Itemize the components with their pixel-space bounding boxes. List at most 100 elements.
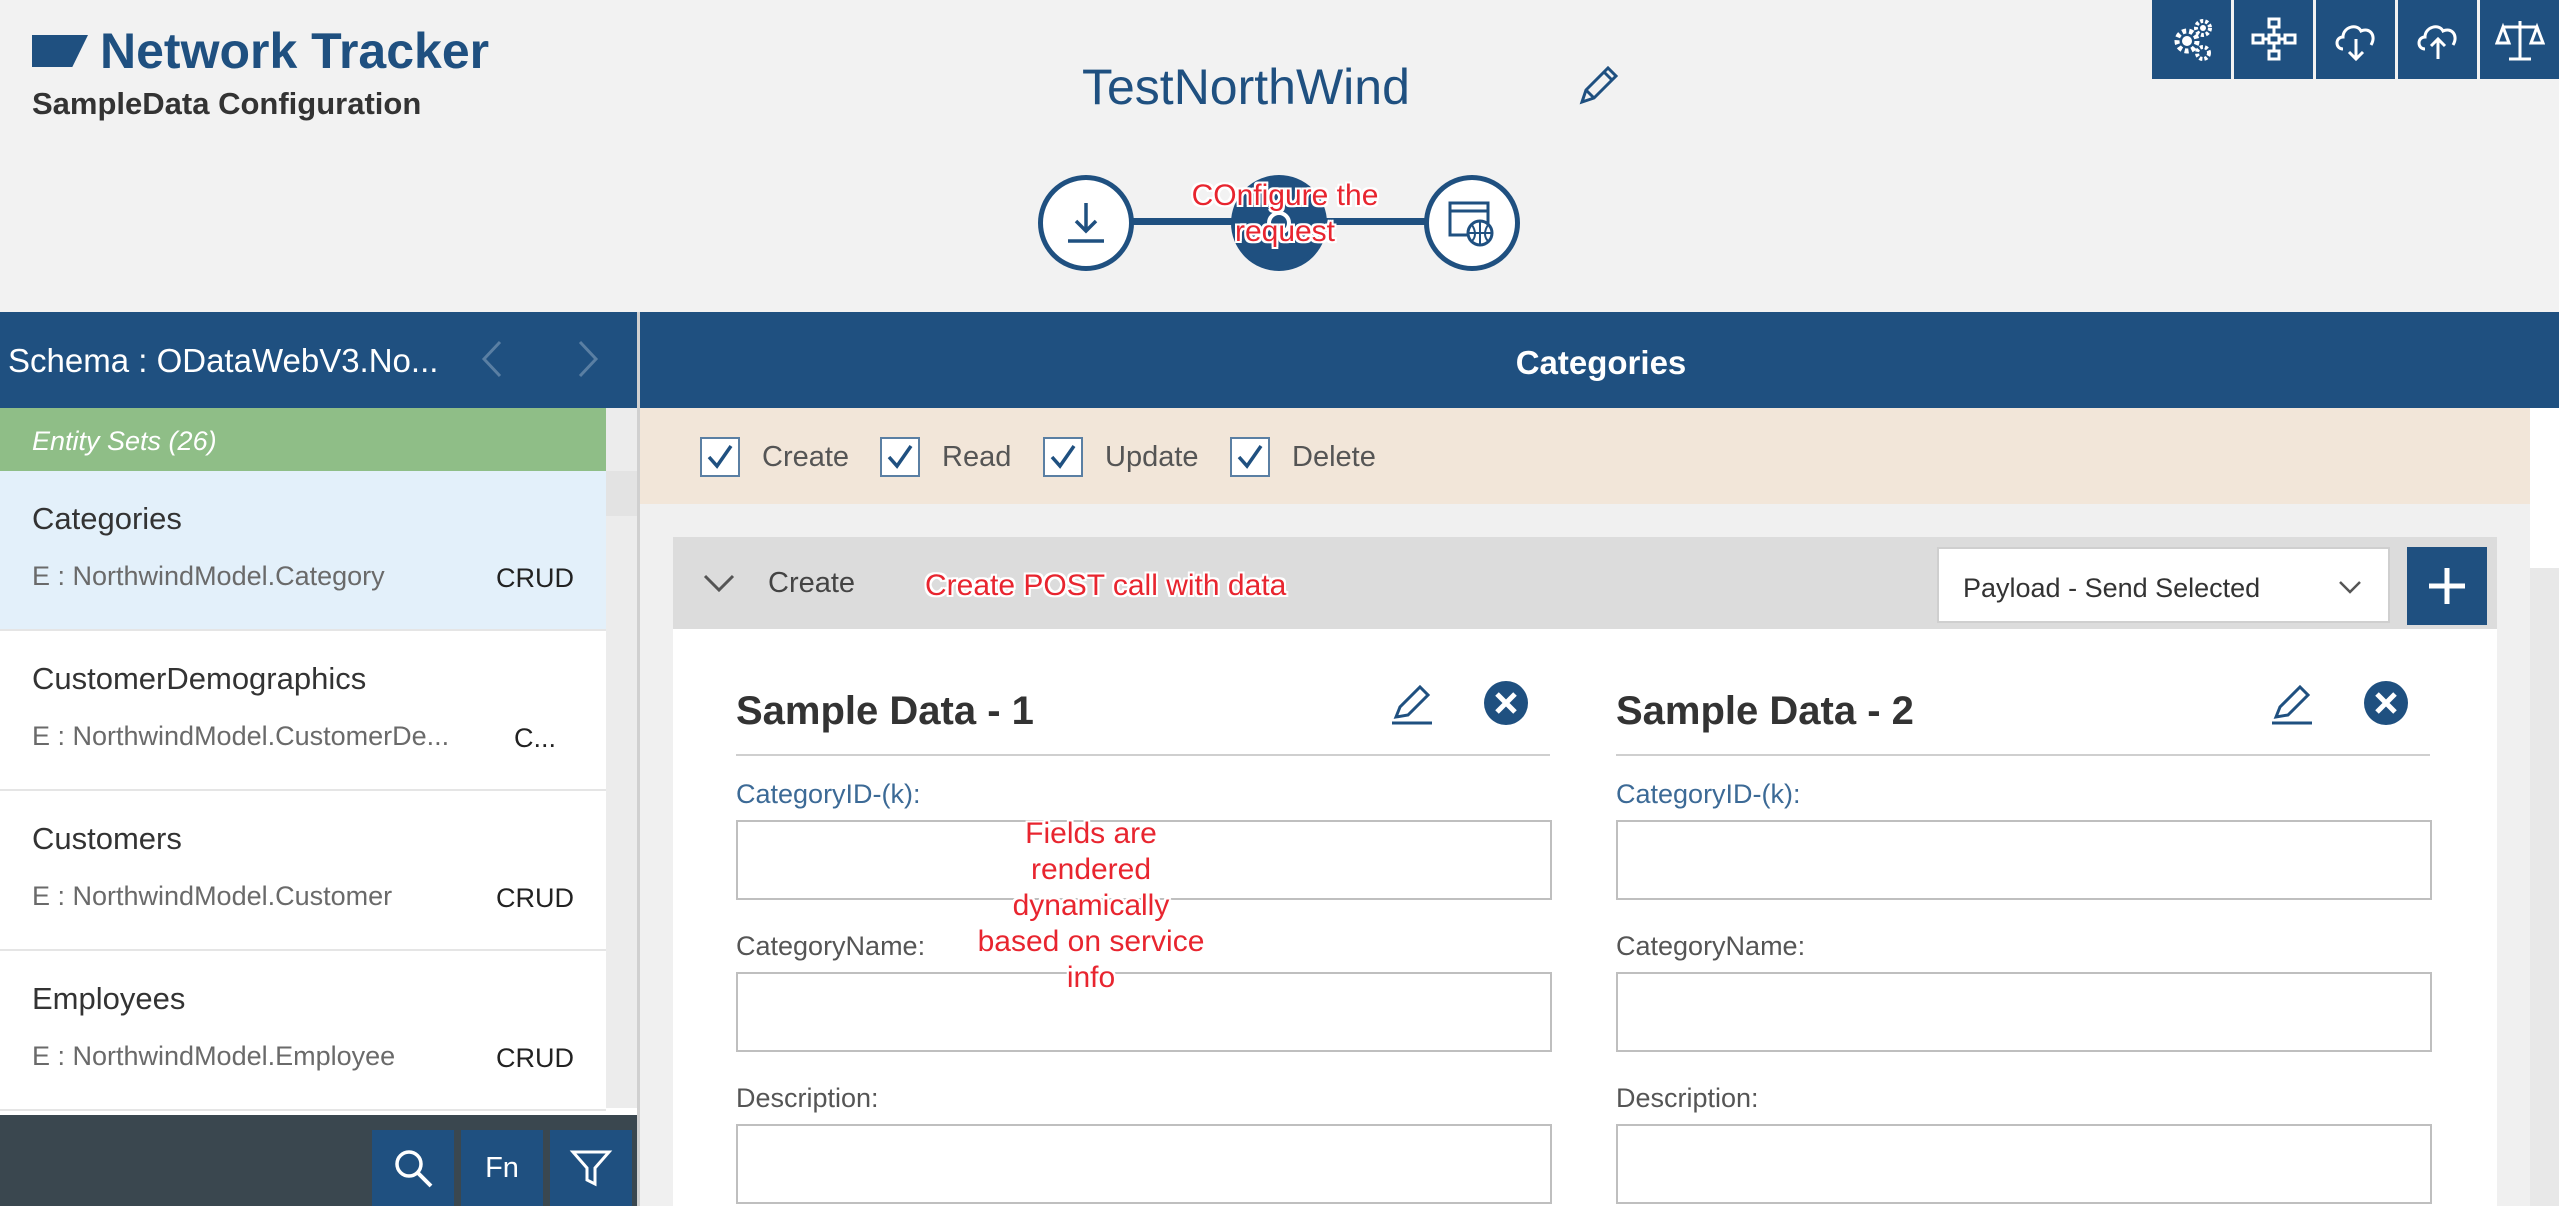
cloud-download-icon [2335, 24, 2375, 61]
checkmark-icon [887, 444, 913, 469]
payload-select-value: Payload - Send Selected [1963, 573, 2261, 603]
download-icon [1068, 203, 1104, 243]
crud-label: Create [762, 440, 850, 473]
flag-logo-icon [32, 35, 88, 67]
field-label: CategoryName: [1616, 931, 1806, 961]
checkbox[interactable] [880, 437, 920, 477]
category-id-input[interactable] [1616, 820, 2432, 900]
balance-scale-icon [2494, 20, 2545, 60]
field-label: CategoryID-(k): [736, 779, 921, 809]
entity-list: Categories E : NorthwindModel.Category C… [0, 471, 606, 1111]
divider [736, 754, 1550, 756]
network-icon [2251, 17, 2296, 60]
description-input[interactable] [1616, 1124, 2432, 1204]
step-web-service[interactable] [1424, 175, 1520, 271]
chevron-right-icon[interactable] [562, 334, 612, 384]
entity-crud: C... [513, 723, 556, 753]
entity-name: Customers [32, 821, 182, 856]
settings-button[interactable] [2152, 0, 2231, 79]
entity-sets-header[interactable]: Entity Sets (26) [0, 408, 606, 471]
network-button[interactable] [2234, 0, 2313, 79]
field-label: CategoryName: [736, 931, 926, 961]
field-label: CategoryID-(k): [1616, 779, 1801, 809]
app-header: Network Tracker SampleData Configuration… [0, 0, 2559, 312]
checkbox[interactable] [700, 437, 740, 477]
sample-card: Sample Data - 2 CategoryID-(k): Category… [1616, 629, 2496, 1206]
entity-name: Categories [32, 501, 182, 536]
pencil-icon[interactable] [1574, 62, 1622, 110]
cloud-download-button[interactable] [2316, 0, 2395, 79]
checkmark-icon [1050, 444, 1076, 469]
list-item[interactable]: Categories E : NorthwindModel.Category C… [0, 471, 606, 631]
checkmark-icon [707, 444, 733, 469]
create-section-label: Create [768, 567, 856, 599]
crud-options-bar: Create Read Update Delete [640, 408, 2530, 504]
payload-select[interactable]: Payload - Send Selected [1937, 547, 2390, 623]
entity-crud: CRUD [496, 563, 574, 593]
cloud-upload-button[interactable] [2398, 0, 2477, 79]
category-name-input[interactable] [1616, 972, 2432, 1052]
entity-name: Employees [32, 981, 186, 1016]
main-header: Categories [640, 312, 2559, 408]
entity-name: CustomerDemographics [32, 661, 367, 696]
create-section: Create Payload - Send Selected Sample Da… [673, 537, 2497, 1206]
chevron-down-icon[interactable] [697, 561, 741, 605]
entity-type: E : NorthwindModel.Employee [32, 1041, 396, 1071]
web-service-icon [1448, 201, 1494, 247]
sample-title: Sample Data - 2 [1616, 689, 1914, 733]
description-input[interactable] [736, 1124, 1552, 1204]
crud-label: Delete [1292, 440, 1376, 473]
filter-button[interactable] [550, 1130, 632, 1206]
app-subtitle: SampleData Configuration [32, 86, 422, 121]
close-icon[interactable] [1482, 679, 1530, 727]
crud-option-create[interactable]: Create [700, 437, 849, 477]
crud-option-delete[interactable]: Delete [1230, 437, 1376, 477]
step-download[interactable] [1038, 175, 1134, 271]
annotation-dynamic-fields: Fields are rendered dynamically based on… [977, 817, 1205, 994]
sidebar-footer: Fn [0, 1115, 637, 1206]
chevron-left-icon[interactable] [468, 334, 518, 384]
pencil-icon[interactable] [1388, 679, 1436, 727]
sidebar-scroll-thumb[interactable] [606, 471, 637, 516]
crud-label: Read [942, 440, 1012, 473]
page-title: Categories [1515, 344, 1687, 381]
list-item[interactable]: Employees E : NorthwindModel.Employee CR… [0, 951, 606, 1111]
pencil-icon[interactable] [2268, 679, 2316, 727]
entity-crud: CRUD [496, 1043, 574, 1073]
crud-option-read[interactable]: Read [880, 437, 1011, 477]
entity-crud: CRUD [496, 883, 574, 913]
toolbar [2152, 0, 2559, 79]
chevron-down-icon [2339, 581, 2361, 594]
app-title: Network Tracker [100, 23, 490, 79]
entity-type: E : NorthwindModel.Customer [32, 881, 393, 911]
crud-label: Update [1105, 440, 1199, 473]
crud-option-update[interactable]: Update [1043, 437, 1199, 477]
annotation-create-post: Create POST call with data [925, 569, 1287, 602]
annotation-configure: COnfigure the request [1191, 179, 1379, 248]
schema-bar: Schema : ODataWebV3.No... [0, 312, 637, 408]
function-button[interactable]: Fn [461, 1130, 543, 1206]
main-scroll-thumb[interactable] [2530, 408, 2559, 568]
filter-icon [569, 1150, 613, 1187]
list-item[interactable]: Customers E : NorthwindModel.Customer CR… [0, 791, 606, 951]
add-sample-button[interactable] [2407, 547, 2487, 625]
search-icon [395, 1150, 433, 1188]
plus-icon [2429, 568, 2465, 604]
schema-title: Schema : ODataWebV3.No... [8, 342, 439, 379]
checkbox[interactable] [1043, 437, 1083, 477]
checkbox[interactable] [1230, 437, 1270, 477]
field-label: Description: [1616, 1083, 1759, 1113]
cloud-upload-icon [2417, 24, 2457, 59]
list-item[interactable]: CustomerDemographics E : NorthwindModel.… [0, 631, 606, 791]
sample-title: Sample Data - 1 [736, 689, 1034, 733]
left-panel: Schema : ODataWebV3.No... Entity Sets (2… [0, 312, 637, 1206]
entity-type: E : NorthwindModel.CustomerDe... [32, 721, 450, 751]
project-name: TestNorthWind [1082, 59, 1410, 115]
divider [1616, 754, 2430, 756]
search-button[interactable] [372, 1130, 454, 1206]
main-panel: Categories Create Read Update Delete Cre… [637, 312, 2559, 1206]
gears-icon [2174, 18, 2212, 61]
close-icon[interactable] [2362, 679, 2410, 727]
checkmark-icon [1237, 444, 1263, 469]
compare-button[interactable] [2480, 0, 2559, 79]
